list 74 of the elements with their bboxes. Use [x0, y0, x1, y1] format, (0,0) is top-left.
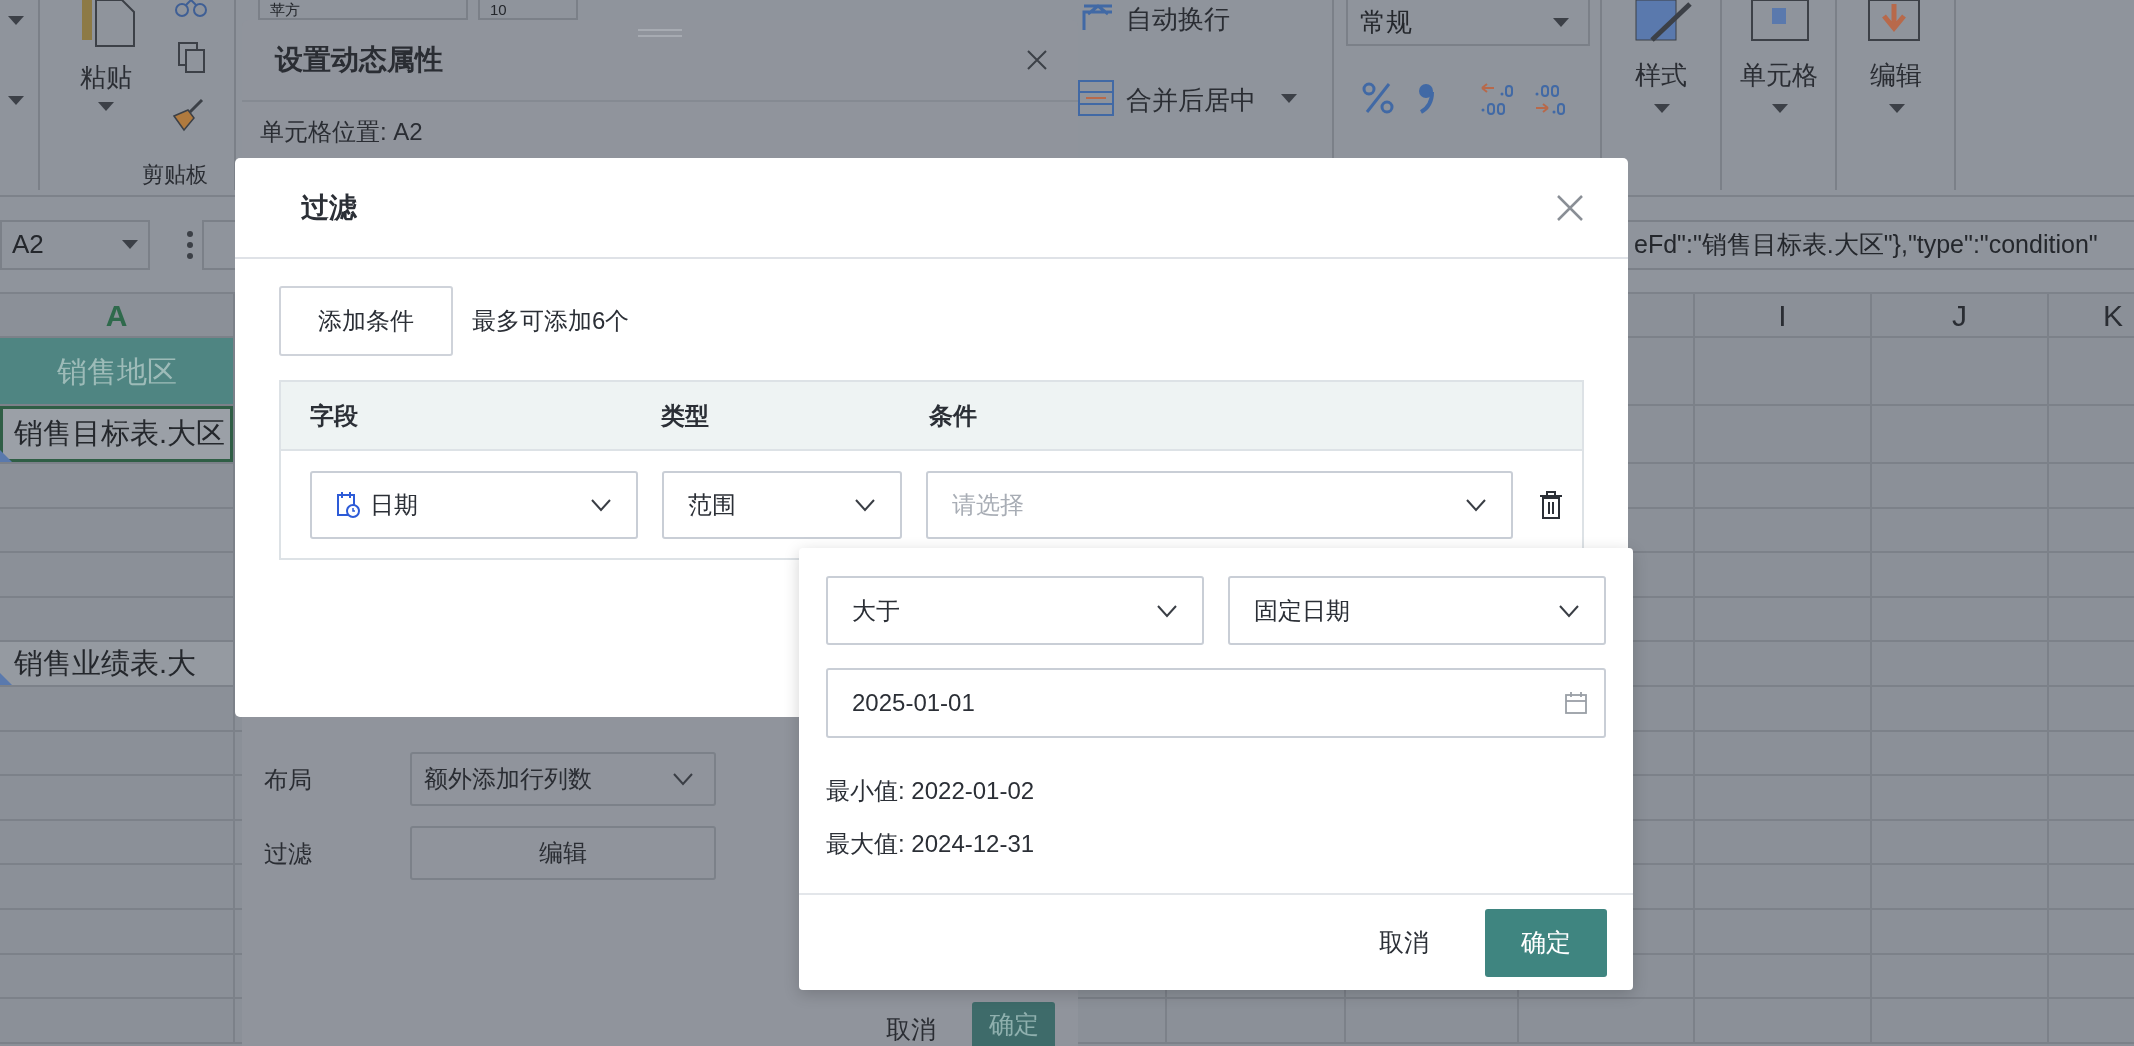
field-label: 过滤 [264, 839, 312, 869]
cell-text: 销售业绩表.大 [14, 645, 197, 681]
edit-button[interactable]: 编辑 [410, 826, 716, 880]
group-label: 剪贴板 [142, 161, 208, 189]
calendar-icon [1564, 691, 1588, 715]
caret-icon[interactable] [1281, 94, 1297, 103]
caret-icon[interactable] [122, 240, 138, 249]
date-mode-select[interactable]: 固定日期 [1228, 576, 1606, 645]
paste-icon [82, 0, 136, 48]
caret-icon[interactable] [1654, 104, 1670, 113]
paste-label[interactable]: 粘贴 [80, 58, 132, 97]
chevron-down-icon [854, 498, 876, 512]
column-header: 条件 [928, 400, 978, 431]
chevron-down-icon [672, 772, 694, 786]
column-header[interactable]: I [1778, 292, 1787, 338]
type-select[interactable]: 范围 [662, 471, 902, 539]
hint-text: 最多可添加6个 [472, 306, 630, 336]
ribbon-button[interactable]: 编辑 [1869, 56, 1922, 95]
ribbon-button[interactable]: 样式 [1635, 56, 1687, 95]
field-select[interactable]: 日期 [310, 471, 638, 539]
close-icon [1556, 193, 1584, 222]
caret-icon[interactable] [8, 16, 24, 25]
caret-icon[interactable] [1771, 104, 1788, 113]
wrap-text-button[interactable]: 自动换行 [1126, 0, 1230, 39]
cancel-button[interactable]: 取消 [880, 1010, 942, 1046]
formula-text[interactable]: eFd":"销售目标表.大区"},"type":"condition" [1634, 225, 2098, 264]
merge-cells-icon [1078, 80, 1114, 116]
grid-icon [1749, 0, 1810, 42]
corner-mark-icon [0, 672, 12, 685]
max-value-text: 最大值: 2024-12-31 [826, 829, 1036, 859]
number-format-select[interactable]: 常规 [1346, 0, 1590, 46]
trash-icon [1539, 491, 1563, 519]
confirm-button[interactable]: 确定 [1485, 908, 1607, 977]
more-icon [186, 229, 194, 260]
operator-select[interactable]: 大于 [826, 576, 1204, 645]
brush-icon [170, 98, 206, 132]
cell-text: 销售地区 [56, 353, 177, 390]
comma-icon [1418, 82, 1434, 114]
chevron-down-icon [1465, 498, 1487, 512]
brush-grid-icon [1632, 0, 1692, 42]
percent-icon [1362, 82, 1394, 114]
confirm-button[interactable]: 确定 [972, 1002, 1055, 1046]
column-header: 类型 [660, 400, 710, 431]
layout-select[interactable]: 额外添加行列数 [410, 752, 716, 806]
caret-icon[interactable] [1553, 18, 1569, 27]
copy-icon [178, 42, 206, 74]
decimal-increase-icon [1480, 82, 1514, 116]
column-header: 字段 [309, 400, 359, 431]
caret-icon[interactable] [98, 102, 114, 111]
add-condition-button[interactable]: 添加条件 [279, 286, 453, 356]
name-box[interactable]: A2 [0, 219, 150, 270]
date-field[interactable]: 2025-01-01 [826, 668, 1606, 738]
cell-position-text: 单元格位置: A2 [260, 118, 423, 146]
cell-text: 销售目标表.大区 [14, 416, 226, 452]
ribbon-button[interactable]: 单元格 [1739, 56, 1818, 95]
field-label: 布局 [264, 765, 312, 795]
calendar-clock-icon [336, 491, 360, 519]
dialog-title: 过滤 [301, 190, 357, 225]
chevron-down-icon [1558, 603, 1580, 618]
caret-icon[interactable] [8, 96, 24, 105]
merge-center-button[interactable]: 合并后居中 [1126, 81, 1256, 120]
close-icon [1026, 49, 1048, 71]
chevron-down-icon [590, 498, 612, 512]
column-header[interactable]: K [2103, 292, 2123, 338]
min-value-text: 最小值: 2022-01-02 [826, 776, 1036, 806]
chevron-down-icon [1156, 603, 1178, 618]
select-value: 日期 [370, 490, 418, 520]
corner-mark-icon [0, 450, 12, 462]
caret-icon[interactable] [1888, 104, 1905, 113]
panel-title: 设置动态属性 [275, 43, 443, 77]
decimal-decrease-icon [1534, 82, 1568, 116]
cancel-button[interactable]: 取消 [1373, 922, 1435, 963]
column-header[interactable]: J [1952, 292, 1967, 338]
scissors-icon [174, 0, 208, 18]
